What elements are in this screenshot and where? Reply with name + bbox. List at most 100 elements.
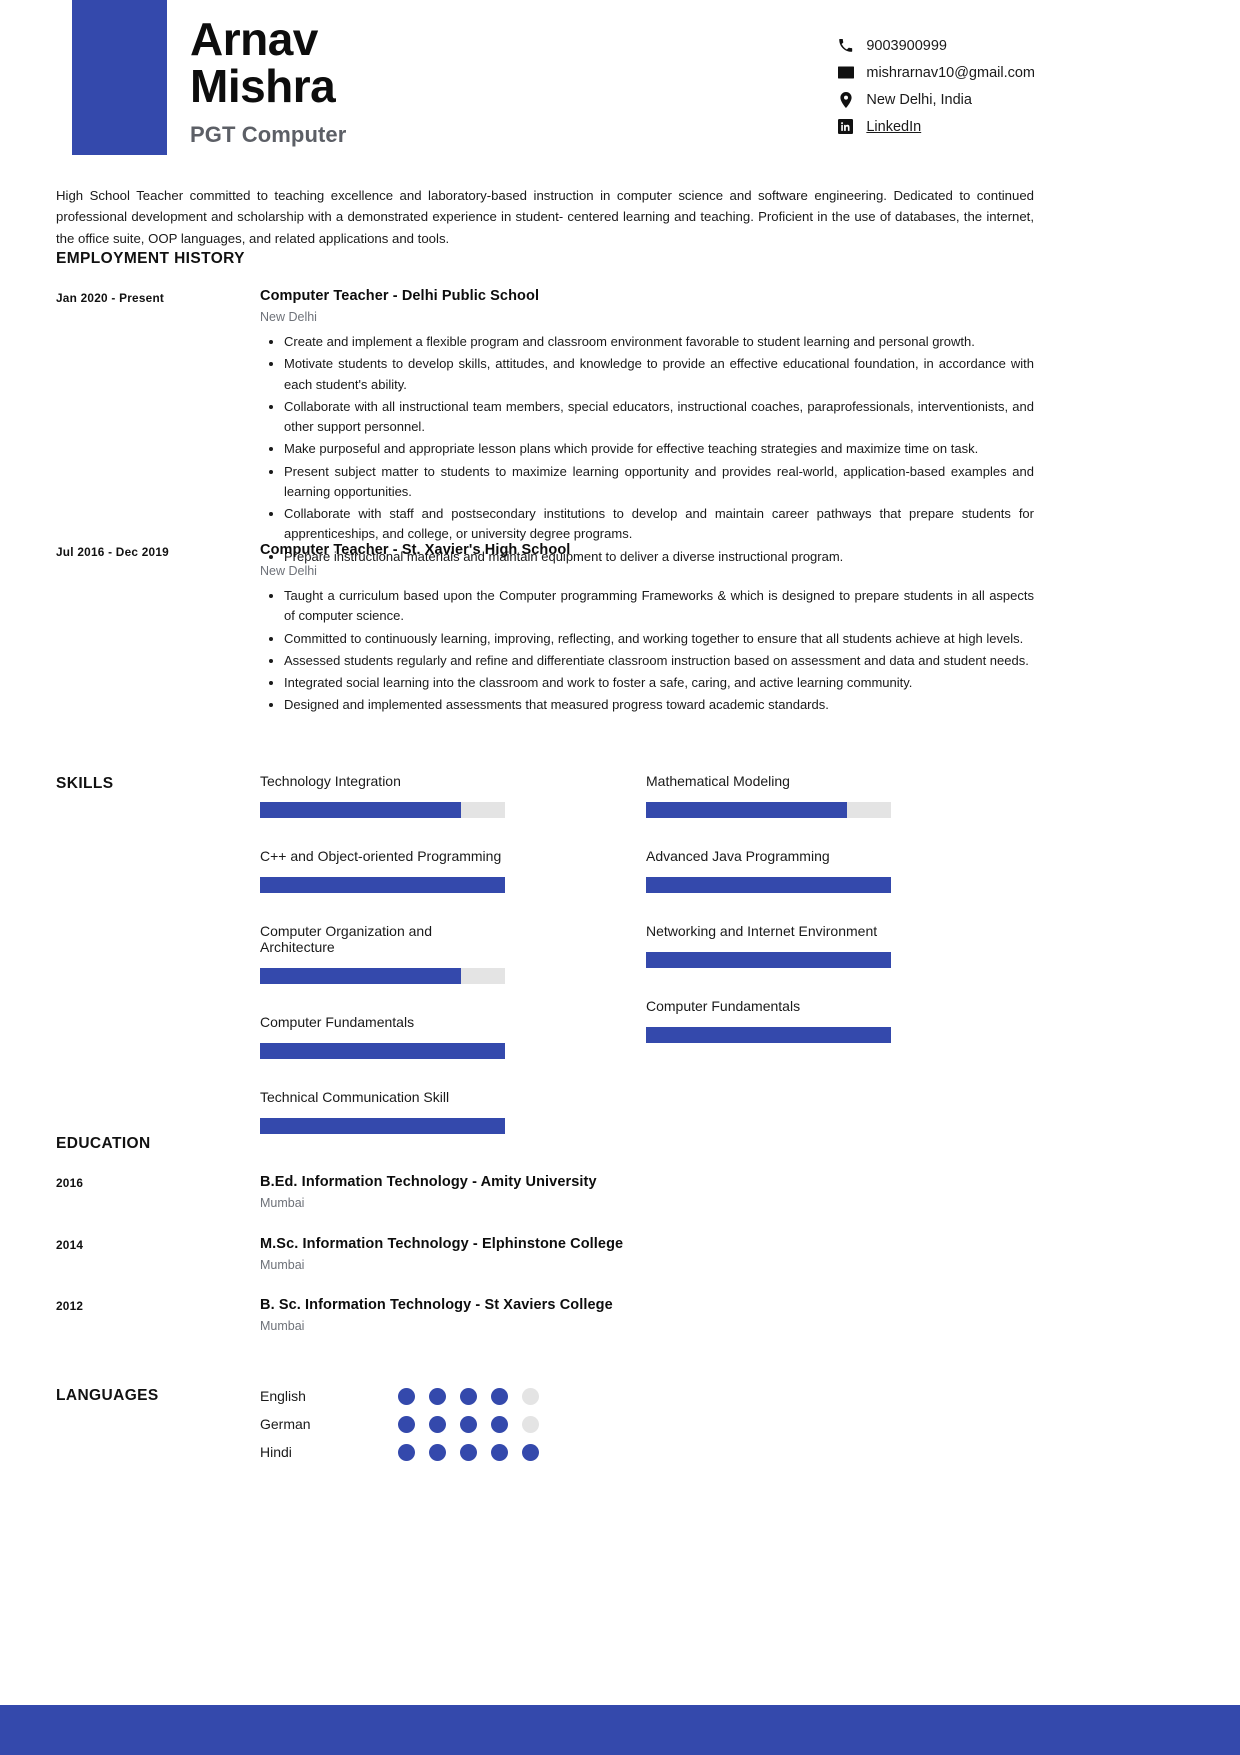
skill-bar-fill <box>260 1118 505 1134</box>
skill-bar-fill <box>260 802 461 818</box>
section-title-education: EDUCATION <box>56 1135 151 1152</box>
language-rating <box>398 1443 539 1461</box>
skill-label: Technical Communication Skill <box>260 1089 450 1105</box>
list-item: Make purposeful and appropriate lesson p… <box>260 439 1034 459</box>
skill-label: C++ and Object-oriented Programming <box>260 848 502 864</box>
skill-bar-fill <box>646 877 891 893</box>
education-degree: B.Ed. Information Technology - Amity Uni… <box>260 1174 597 1190</box>
skill-bar-track <box>646 877 891 893</box>
skill-item: Technical Communication Skill <box>260 1089 505 1134</box>
job-title: PGT Computer <box>190 121 347 147</box>
employment-city: New Delhi <box>260 564 317 578</box>
language-item: German <box>260 1410 539 1438</box>
skill-label: Computer Fundamentals <box>260 1014 415 1030</box>
list-item: Assessed students regularly and refine a… <box>260 651 1034 671</box>
list-item: Create and implement a flexible program … <box>260 332 1034 352</box>
education-degree: M.Sc. Information Technology - Elphinsto… <box>260 1236 624 1252</box>
list-item: Collaborate with staff and postsecondary… <box>260 504 1034 545</box>
skill-bar-fill <box>260 1043 505 1059</box>
skill-bar-track <box>646 1027 891 1043</box>
location-pin-icon <box>837 91 854 108</box>
contact-linkedin-label[interactable]: LinkedIn <box>866 119 921 135</box>
education-city: Mumbai <box>260 1319 305 1333</box>
resume-page: Arnav Mishra PGT Computer 9003900999 mis… <box>0 0 1240 1755</box>
skill-label: Mathematical Modeling <box>646 773 790 789</box>
skill-item: Mathematical Modeling <box>646 773 891 818</box>
rating-dot-filled <box>398 1415 415 1433</box>
skill-label: Networking and Internet Environment <box>646 923 878 939</box>
skill-bar-fill <box>260 968 461 984</box>
rating-dot-filled <box>398 1443 415 1461</box>
education-year: 2014 <box>56 1238 84 1252</box>
skills-column-right: Mathematical Modeling Advanced Java Prog… <box>646 773 891 1073</box>
language-item: English <box>260 1382 539 1410</box>
languages-list: English German Hindi <box>260 1382 539 1466</box>
rating-dot-filled <box>460 1443 477 1461</box>
skill-bar-track <box>260 877 505 893</box>
employment-role: Computer Teacher - St. Xavier's High Sch… <box>260 542 571 558</box>
skill-item: Technology Integration <box>260 773 505 818</box>
contact-email-label: mishrarnav10@gmail.com <box>866 64 1035 81</box>
employment-role: Computer Teacher - Delhi Public School <box>260 288 540 304</box>
skill-item: Computer Fundamentals <box>646 998 891 1043</box>
rating-dot-filled <box>491 1387 508 1405</box>
skill-bar-track <box>260 802 505 818</box>
language-label: Hindi <box>260 1444 292 1460</box>
skill-bar-track <box>646 952 891 968</box>
contact-linkedin[interactable]: LinkedIn <box>837 114 1035 139</box>
name-block: Arnav Mishra PGT Computer <box>190 16 346 148</box>
rating-dot-filled <box>460 1387 477 1405</box>
contact-list: 9003900999 mishrarnav10@gmail.com New De… <box>837 33 1035 141</box>
professional-summary: High School Teacher committed to teachin… <box>56 188 1034 246</box>
footer-accent-bar <box>0 1705 1240 1755</box>
skill-label: Computer Fundamentals <box>646 998 801 1014</box>
header-accent-block <box>72 0 167 155</box>
envelope-icon <box>837 66 854 79</box>
skill-bar-fill <box>260 877 505 893</box>
education-city: Mumbai <box>260 1258 305 1272</box>
employment-date: Jul 2016 - Dec 2019 <box>56 545 169 559</box>
rating-dot-filled <box>522 1443 539 1461</box>
language-item: Hindi <box>260 1438 539 1466</box>
skill-label: Technology Integration <box>260 773 401 789</box>
skill-item: Advanced Java Programming <box>646 848 891 893</box>
rating-dot-filled <box>429 1443 446 1461</box>
contact-phone: 9003900999 <box>837 33 1035 58</box>
linkedin-icon <box>837 119 854 134</box>
last-name: Mishra <box>190 59 336 112</box>
education-entry: 2016 B.Ed. Information Technology - Amit… <box>56 1174 1034 1210</box>
rating-dot-filled <box>398 1387 415 1405</box>
contact-email: mishrarnav10@gmail.com <box>837 60 1035 85</box>
rating-dot-filled <box>460 1415 477 1433</box>
skill-item: Computer Fundamentals <box>260 1014 505 1059</box>
list-item: Collaborate with all instructional team … <box>260 397 1034 438</box>
phone-icon <box>837 38 854 53</box>
list-item: Integrated social learning into the clas… <box>260 673 1034 693</box>
rating-dot-filled <box>429 1415 446 1433</box>
resume-header: Arnav Mishra PGT Computer 9003900999 mis… <box>0 0 1240 178</box>
employment-city: New Delhi <box>260 310 317 324</box>
contact-phone-label: 9003900999 <box>866 37 948 54</box>
language-label: German <box>260 1416 311 1432</box>
employment-bullets: Create and implement a flexible program … <box>260 332 1034 567</box>
skills-column-left: Technology Integration C++ and Object-or… <box>260 773 505 1164</box>
rating-dot-empty <box>522 1415 539 1433</box>
skill-item: C++ and Object-oriented Programming <box>260 848 505 893</box>
language-label: English <box>260 1388 306 1404</box>
skill-bar-fill <box>646 802 847 818</box>
education-year: 2016 <box>56 1176 84 1190</box>
list-item: Designed and implemented assessments tha… <box>260 695 1034 715</box>
section-title-employment: EMPLOYMENT HISTORY <box>56 250 245 267</box>
rating-dot-filled <box>429 1387 446 1405</box>
skill-item: Computer Organization and Architecture <box>260 923 505 984</box>
skill-bar-track <box>260 968 505 984</box>
language-rating <box>398 1415 539 1433</box>
employment-entry: Jul 2016 - Dec 2019 Computer Teacher - S… <box>56 542 1034 718</box>
language-rating <box>398 1387 539 1405</box>
list-item: Committed to continuously learning, impr… <box>260 629 1034 649</box>
list-item: Motivate students to develop skills, att… <box>260 354 1034 395</box>
employment-entry: Jan 2020 - Present Computer Teacher - De… <box>56 288 1034 569</box>
education-entry: 2012 B. Sc. Information Technology - St … <box>56 1297 1034 1333</box>
skill-label: Advanced Java Programming <box>646 848 830 864</box>
skill-bar-track <box>646 802 891 818</box>
